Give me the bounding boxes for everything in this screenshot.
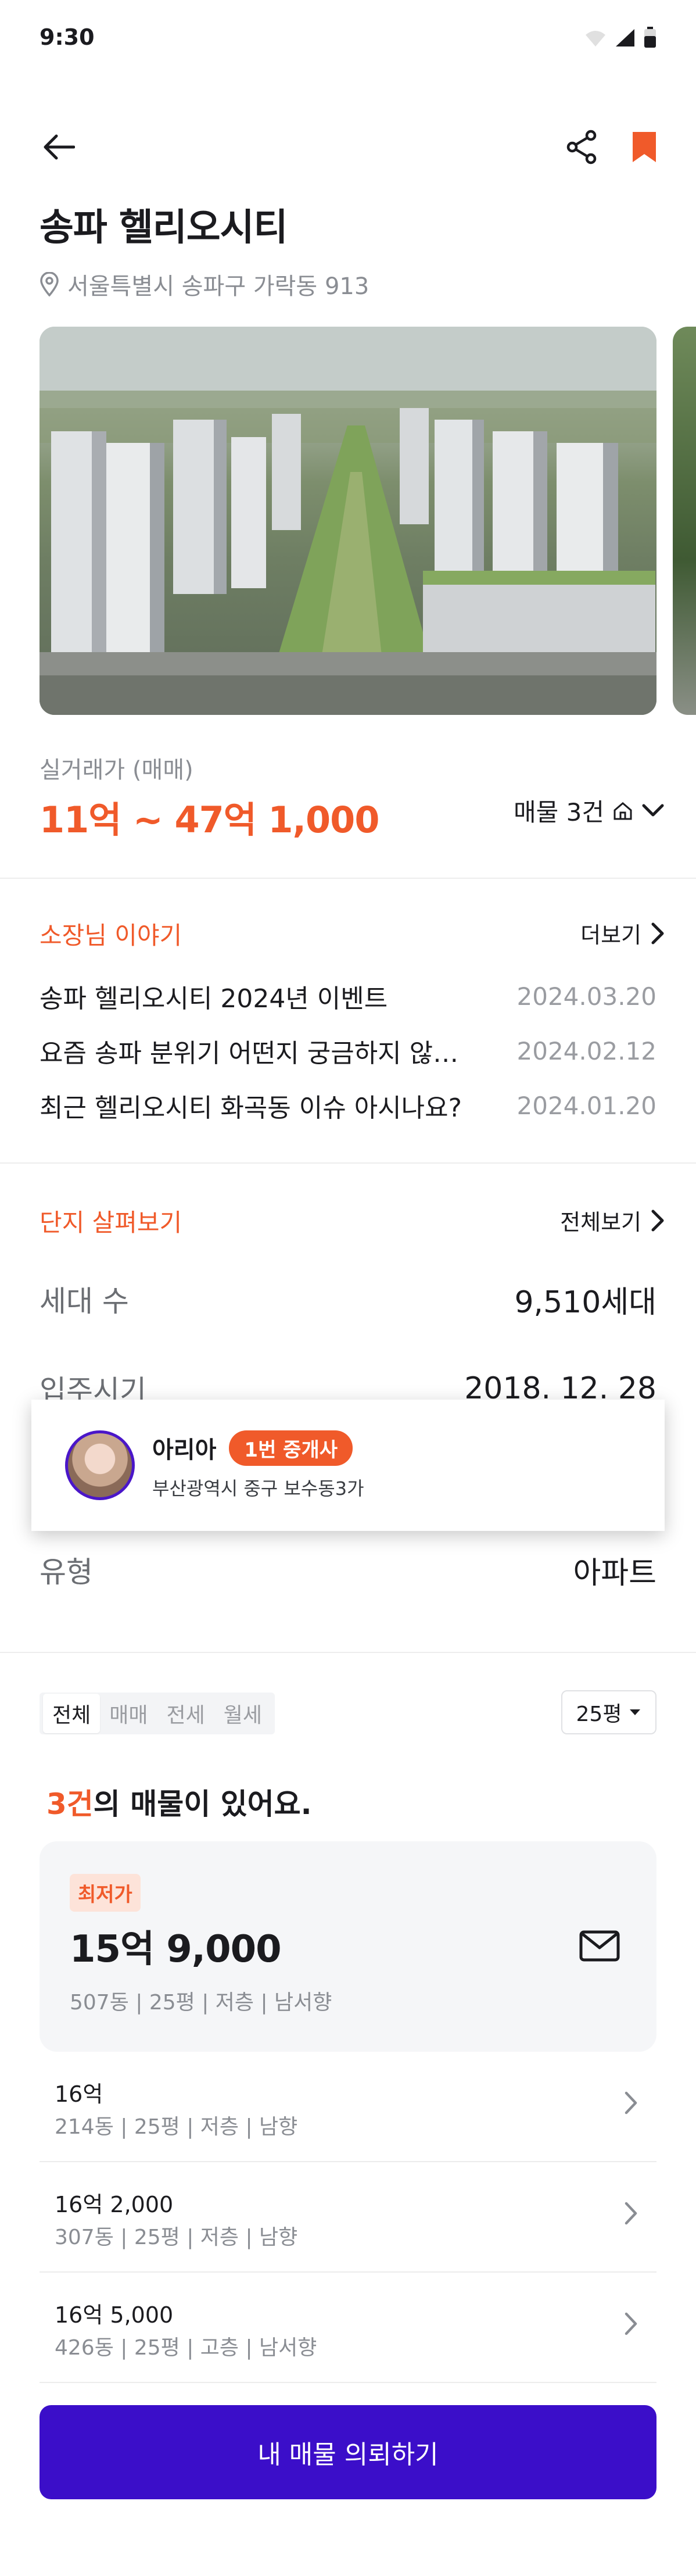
info-label: 세대 수 [40,1285,129,1318]
listing-price: 16억 2,000 [55,2192,174,2217]
bookmark-icon [633,132,656,162]
story-date: 2024.03.20 [516,982,656,1011]
wifi-icon [586,31,605,46]
status-time: 9:30 [40,24,95,50]
chevron-right-icon [614,2085,648,2120]
lowest-price-badge: 최저가 [70,1874,141,1912]
list-item[interactable]: 16억 2,000 307동 | 25평 | 저층 | 남향 [40,2162,656,2271]
section-divider [0,878,696,879]
story-item[interactable]: 송파 헬리오시티 2024년 이벤트 2024.03.20 [40,973,656,1019]
chevron-down-icon [642,804,664,816]
list-item[interactable]: 16억 214동 | 25평 | 저층 | 남향 [40,2052,656,2161]
caret-down-icon [630,1709,641,1715]
chevron-right-icon [651,922,664,944]
chevron-right-icon [614,2306,648,2341]
story-title: 요즘 송파 분위기 어떤지 궁금하지 않으세요? [40,1039,481,1068]
owner-story-title: 소장님 이야기 [40,921,182,950]
tab-jeonse[interactable]: 전세 [157,1694,214,1733]
listing-detail: 214동 | 25평 | 저층 | 남향 [55,2115,298,2139]
lowest-price-value: 15억 9,000 [70,1928,282,1971]
listing-price: 16억 [55,2081,103,2107]
house-icon [614,802,632,820]
info-value: 9,510세대 [514,1285,656,1320]
story-date: 2024.02.12 [516,1036,656,1065]
story-date: 2024.01.20 [516,1091,656,1120]
story-item[interactable]: 최근 헬리오시티 화곡동 이슈 아시나요? 2024.01.20 [40,1082,656,1129]
share-button[interactable] [561,127,602,167]
listings-count: 3건 [46,1787,94,1821]
story-title: 송파 헬리오시티 2024년 이벤트 [40,984,388,1014]
request-listing-button[interactable]: 내 매물 의뢰하기 [40,2405,656,2499]
size-value: 25평 [576,1702,622,1726]
back-button[interactable] [38,127,79,167]
photo-gallery[interactable] [40,327,696,715]
listing-count-toggle[interactable]: 매물 3건 [514,793,665,828]
bookmark-button[interactable] [624,127,665,167]
listing-price: 16억 5,000 [55,2302,174,2328]
tab-monthly-rent[interactable]: 월세 [214,1694,271,1733]
agent-address: 부산광역시 중구 보수동3가 [152,1477,364,1500]
complex-title: 단지 살펴보기 [40,1208,182,1237]
chevron-right-icon [651,1210,664,1231]
lowest-price-card[interactable]: 최저가 15억 9,000 507동 | 25평 | 저층 | 남서향 [40,1841,656,2052]
agent-name: 아리아 [152,1437,217,1464]
info-row-households: 세대 수 9,510세대 [40,1273,656,1325]
battery-icon [644,27,656,48]
owner-story-more-button[interactable]: 더보기 [580,917,665,949]
deal-type-tabs: 전체 매매 전세 월세 [40,1693,275,1734]
agent-rank-badge: 1번 중개사 [229,1430,353,1466]
story-title: 최근 헬리오시티 화곡동 이슈 아시나요? [40,1093,462,1123]
location-pin-icon [40,272,59,296]
info-label: 유형 [40,1555,93,1589]
tab-all[interactable]: 전체 [43,1694,101,1733]
more-label: 더보기 [580,922,641,948]
agent-info: 아리아 1번 중개사 부산광역시 중구 보수동3가 [152,1430,364,1501]
lowest-price-detail: 507동 | 25평 | 저층 | 남서향 [70,1991,332,2015]
status-icons [584,27,656,48]
story-item[interactable]: 요즘 송파 분위기 어떤지 궁금하지 않으세요? 2024.02.12 [40,1028,656,1074]
next-photo-peek[interactable] [673,327,696,715]
info-value: 아파트 [573,1555,656,1591]
address-text: 서울특별시 송파구 가락동 913 [67,273,369,300]
chevron-right-icon [614,2196,648,2231]
signal-icon [616,29,634,46]
agent-header: 아리아 1번 중개사 [152,1430,364,1466]
address: 서울특별시 송파구 가락동 913 [40,267,369,301]
complex-view-all-button[interactable]: 전체보기 [560,1204,665,1236]
avatar [65,1430,135,1500]
size-select[interactable]: 25평 [561,1690,656,1734]
section-divider [0,1652,696,1653]
listings-count-headline: 3건의 매물이 있어요. [46,1781,312,1823]
inquiry-button[interactable] [571,1917,629,1975]
share-icon [566,130,597,164]
price-label: 실거래가 (매매) [40,757,193,783]
info-row-type: 유형 아파트 [40,1544,656,1596]
arrow-left-icon [44,134,75,160]
mail-icon [579,1930,620,1962]
page-title: 송파 헬리오시티 [40,206,288,249]
view-all-label: 전체보기 [560,1210,641,1235]
listing-count-text: 매물 3건 [514,798,604,827]
listing-detail: 307동 | 25평 | 저층 | 남향 [55,2226,298,2249]
list-item[interactable]: 16억 5,000 426동 | 25평 | 고층 | 남서향 [40,2273,656,2382]
status-bar: 9:30 [0,0,696,76]
listings-count-suffix: 의 매물이 있어요. [93,1787,312,1821]
list-divider [40,2382,656,2383]
property-photo[interactable] [40,327,656,715]
price-range: 11억 ~ 47억 1,000 [40,799,379,841]
agent-card[interactable]: 아리아 1번 중개사 부산광역시 중구 보수동3가 [31,1400,665,1531]
tab-sale[interactable]: 매매 [100,1694,157,1733]
apartment-complex-image [40,327,656,715]
app-bar [0,116,696,174]
listing-detail: 426동 | 25평 | 고층 | 남서향 [55,2336,317,2360]
section-divider [0,1162,696,1164]
